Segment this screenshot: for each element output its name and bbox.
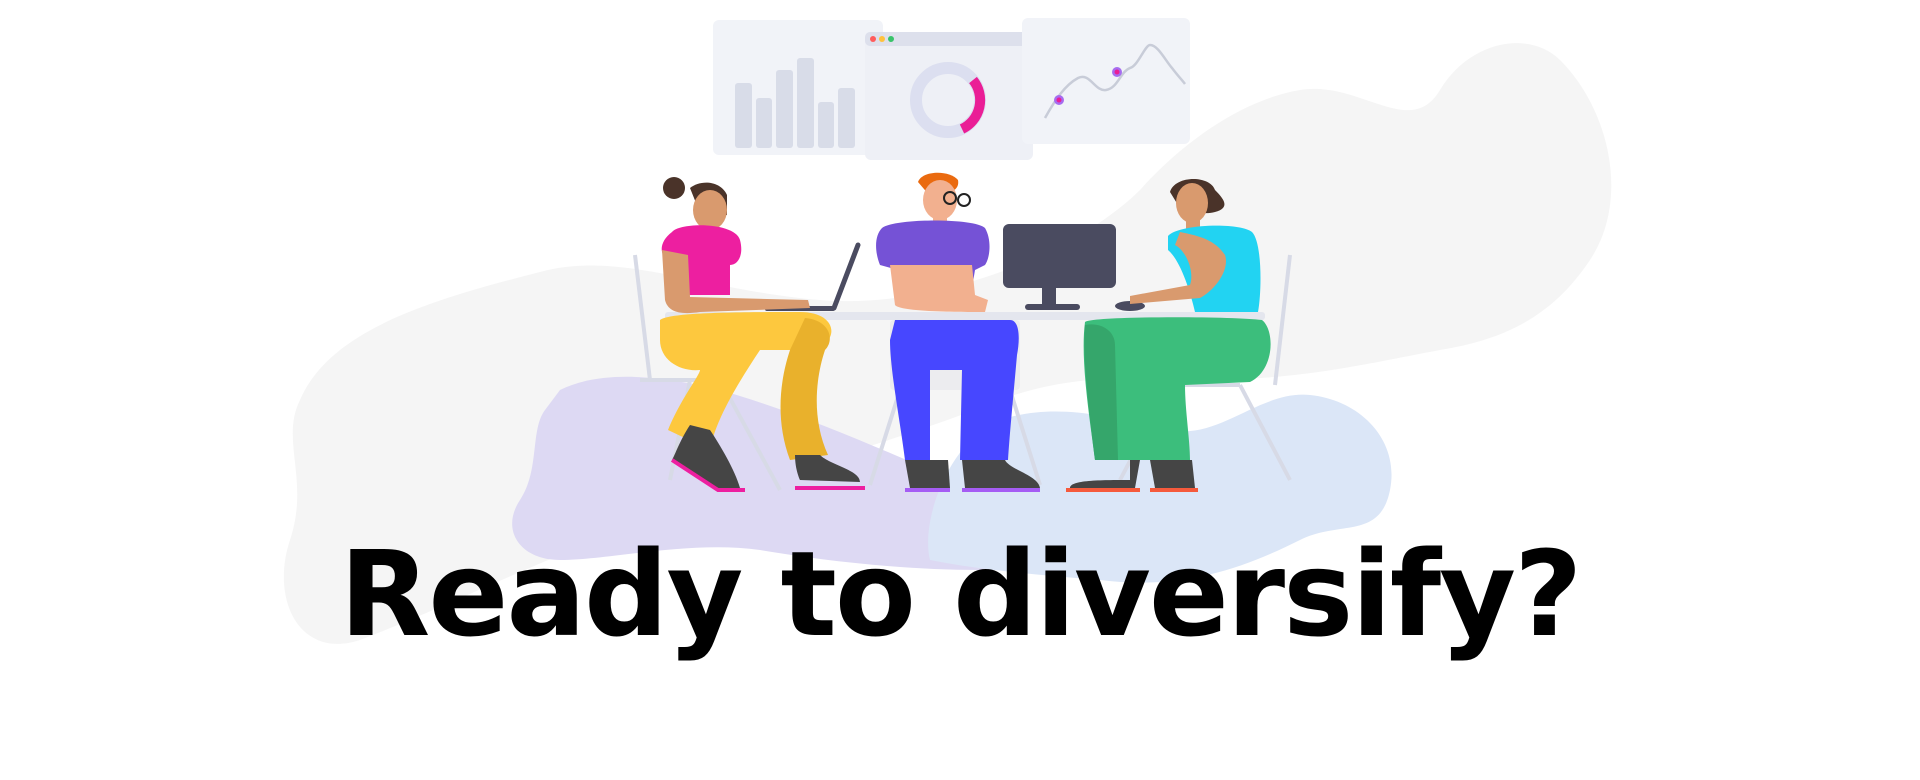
headline: Ready to diversify? [339, 525, 1583, 663]
dashboard-panels [713, 18, 1190, 160]
team-illustration [283, 18, 1612, 644]
hero-section: Ready to diversify? [0, 0, 1920, 780]
